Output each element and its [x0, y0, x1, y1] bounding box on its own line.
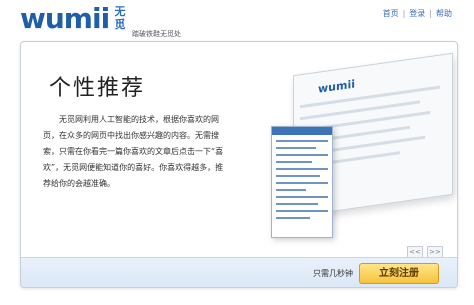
preview-logo: wumii	[318, 77, 355, 96]
preview-sidebar-line	[276, 168, 328, 170]
nav-login-link[interactable]: 登录	[409, 9, 425, 18]
pager: << >>	[403, 239, 443, 258]
preview-sidebar-line	[276, 203, 318, 205]
logo-word: wumii	[20, 2, 110, 35]
header: wumii 无觅 踏破铁鞋无觅处 首页 | 登录 | 帮助	[0, 0, 474, 44]
preview-sidebar-line	[276, 147, 316, 149]
preview-screenshot: wumii	[271, 52, 453, 238]
preview-sidebar-line	[276, 175, 320, 177]
nav-help-link[interactable]: 帮助	[436, 9, 452, 18]
preview-sidebar	[271, 126, 333, 238]
top-nav: 首页 | 登录 | 帮助	[383, 8, 452, 19]
preview-sidebar-line	[276, 210, 328, 212]
nav-separator: |	[429, 9, 432, 18]
tagline: 踏破铁鞋无觅处	[132, 30, 181, 38]
logo-chinese: 无觅	[114, 5, 126, 31]
preview-sidebar-header	[272, 127, 332, 135]
preview-sidebar-line	[276, 217, 310, 219]
logo[interactable]: wumii 无觅 踏破铁鞋无觅处	[20, 2, 181, 42]
preview-sidebar-line	[276, 196, 328, 198]
feature-description: 无觅网利用人工智能的技术，根据你喜欢的网页，在众多的网页中找出你感兴趣的内容。无…	[43, 115, 224, 188]
preview-sidebar-line	[276, 161, 312, 163]
footer-bar: 只需几秒钟 立刻注册	[21, 257, 457, 287]
register-button[interactable]: 立刻注册	[359, 263, 439, 284]
feature-title: 个性推荐	[49, 76, 146, 101]
footer-text: 只需几秒钟	[313, 269, 353, 278]
preview-sidebar-line	[276, 182, 328, 184]
nav-separator: |	[402, 9, 406, 18]
preview-sidebar-line	[276, 154, 328, 156]
preview-sidebar-line	[276, 189, 306, 191]
nav-home-link[interactable]: 首页	[383, 9, 399, 18]
preview-sidebar-line	[276, 140, 328, 142]
feature-panel: 个性推荐 无觅网利用人工智能的技术，根据你喜欢的网页，在众多的网页中找出你感兴趣…	[20, 41, 458, 288]
